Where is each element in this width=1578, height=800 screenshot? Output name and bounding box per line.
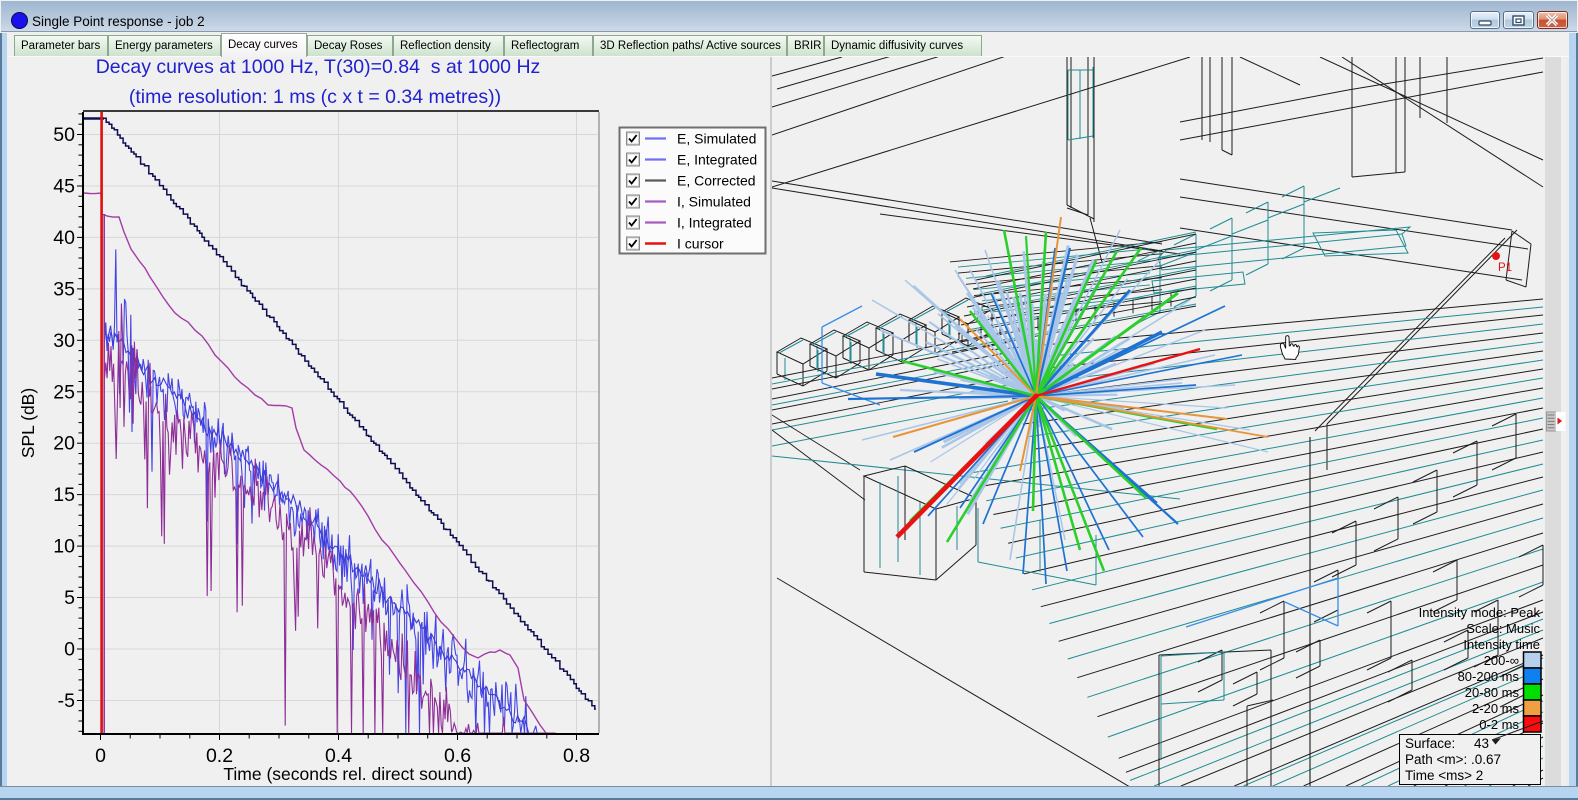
svg-text:0.8: 0.8 — [563, 745, 590, 767]
svg-text:2-20 ms: 2-20 ms — [1472, 701, 1519, 716]
svg-text:Path <m>: .0.67: Path <m>: .0.67 — [1405, 752, 1501, 767]
svg-text:10: 10 — [53, 536, 75, 558]
svg-text:45: 45 — [53, 175, 75, 197]
svg-text:E, Integrated: E, Integrated — [677, 152, 757, 168]
svg-text:Scale: Music: Scale: Music — [1466, 621, 1540, 636]
svg-text:I, Integrated: I, Integrated — [677, 215, 752, 231]
svg-text:E, Simulated: E, Simulated — [677, 131, 756, 147]
svg-text:0: 0 — [64, 639, 75, 661]
svg-text:I, Simulated: I, Simulated — [677, 194, 751, 210]
svg-text:Intensity mode: Peak: Intensity mode: Peak — [1419, 605, 1541, 620]
svg-text:80-200 ms: 80-200 ms — [1458, 669, 1520, 684]
svg-text:50: 50 — [53, 124, 75, 146]
svg-text:200-∞: 200-∞ — [1484, 653, 1519, 668]
svg-text:Time <ms> 2: Time <ms> 2 — [1405, 768, 1483, 783]
svg-text:Time (seconds rel. direct soun: Time (seconds rel. direct sound) — [223, 764, 472, 784]
svg-text:15: 15 — [53, 484, 75, 506]
svg-text:20-80 ms: 20-80 ms — [1465, 685, 1520, 700]
svg-text:30: 30 — [53, 330, 75, 352]
svg-text:0-2 ms: 0-2 ms — [1479, 717, 1519, 732]
svg-text:Intensity time: Intensity time — [1463, 637, 1540, 652]
svg-text:20: 20 — [53, 433, 75, 455]
svg-text:-5: -5 — [58, 690, 75, 712]
svg-text:Decay curves at 1000 Hz, T(30): Decay curves at 1000 Hz, T(30)=0.84 s at… — [96, 56, 541, 78]
svg-text:(time resolution: 1 ms (c x t: (time resolution: 1 ms (c x t = 0.34 met… — [129, 86, 501, 108]
svg-text:25: 25 — [53, 381, 75, 403]
svg-text:5: 5 — [64, 587, 75, 609]
svg-text:E, Corrected: E, Corrected — [677, 173, 756, 189]
svg-text:SPL (dB): SPL (dB) — [18, 388, 38, 458]
svg-text:40: 40 — [53, 227, 75, 249]
svg-text:35: 35 — [53, 278, 75, 300]
svg-text:I cursor: I cursor — [677, 236, 724, 252]
svg-text:P1: P1 — [1498, 262, 1512, 274]
svg-text:Surface: 43: Surface: 43 — [1405, 736, 1489, 751]
svg-text:0: 0 — [95, 745, 106, 767]
